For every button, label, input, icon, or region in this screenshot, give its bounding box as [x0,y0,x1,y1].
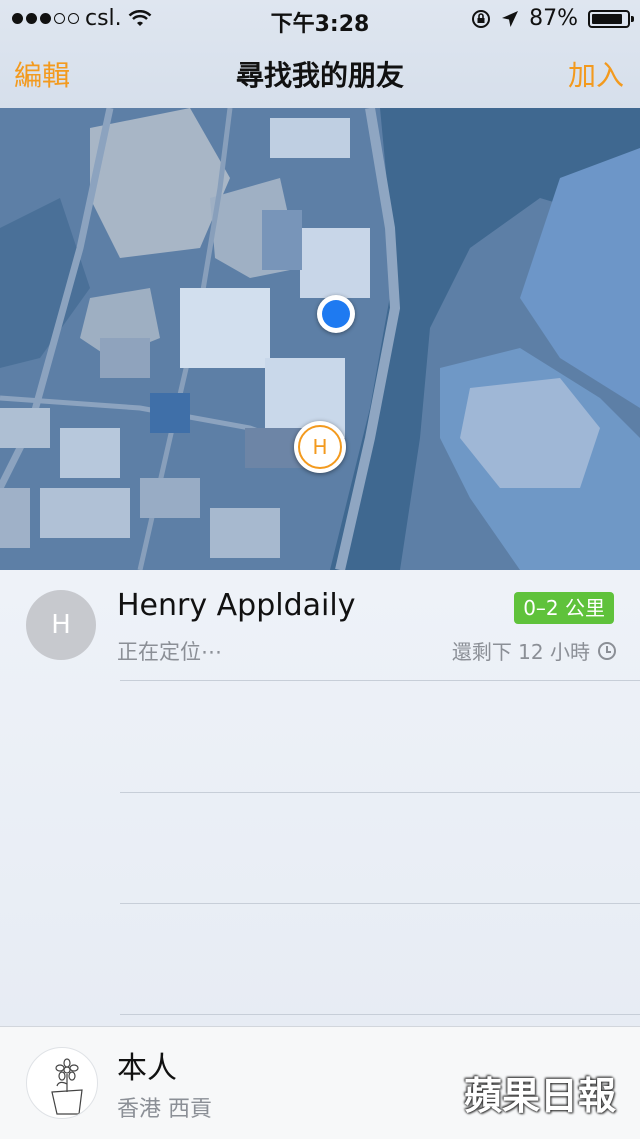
top-bar: csl. 下午3:28 87% 編輯 尋找我的朋友 加入 [0,0,640,109]
location-services-icon [502,10,519,27]
list-divider [120,792,640,793]
my-avatar [26,1047,98,1119]
friend-location-pin[interactable]: H [294,421,346,473]
remaining-text: 還剩下 12 小時 [451,640,590,664]
list-divider [120,1014,640,1015]
me-bar[interactable]: 本人 香港 西貢 蘋果日報 [0,1026,640,1139]
list-divider [120,680,640,681]
add-button[interactable]: 加入 [568,54,624,94]
list-divider [120,903,640,904]
battery-percent: 87% [529,6,578,31]
page-title: 尋找我的朋友 [235,59,404,92]
watermark-logo: 蘋果日報 [463,1074,616,1118]
friend-row[interactable]: H Henry Appldaily 正在定位⋯ 0–2 公里 還剩下 12 小時 [0,570,640,680]
my-location: 香港 西貢 [117,1097,212,1122]
battery-icon [588,9,634,28]
map-imagery [0,108,640,570]
clock-icon [598,641,616,660]
flower-pot-icon [51,1058,83,1115]
distance-badge: 0–2 公里 [514,592,614,624]
my-name: 本人 [117,1051,177,1086]
rotation-lock-icon [472,9,491,28]
navigation-bar: 編輯 尋找我的朋友 加入 [0,36,640,108]
friend-status: 正在定位⋯ [117,640,222,664]
sharing-remaining: 還剩下 12 小時 [452,636,616,665]
friend-avatar: H [26,590,96,660]
my-location-pin[interactable] [317,295,355,333]
friend-name: Henry Appldaily [117,588,356,623]
satellite-map[interactable]: H [0,108,640,570]
friends-list: H Henry Appldaily 正在定位⋯ 0–2 公里 還剩下 12 小時 [0,570,640,1026]
status-bar: csl. 下午3:28 87% [0,0,640,37]
